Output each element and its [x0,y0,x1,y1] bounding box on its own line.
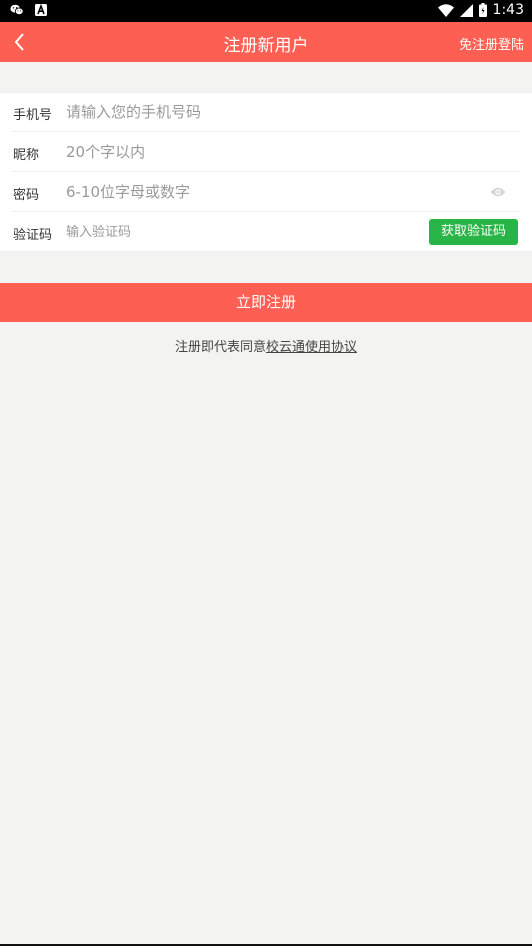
status-bar-left [10,3,48,17]
eye-icon[interactable] [490,186,506,198]
agreement-link[interactable]: 校云通使用协议 [266,340,357,355]
skip-register-login-link[interactable]: 免注册登陆 [459,34,524,53]
nickname-input[interactable] [66,138,406,166]
code-label: 验证码 [13,228,53,243]
code-row: 验证码 获取验证码 [0,213,532,252]
phone-row: 手机号 [0,93,532,132]
divider [12,171,520,172]
divider [12,131,520,132]
nickname-label: 昵称 [13,148,40,163]
password-label: 密码 [13,188,40,203]
wechat-icon [10,4,24,16]
page-title: 注册新用户 [223,36,309,56]
code-input[interactable] [66,218,336,246]
phone-label: 手机号 [13,108,53,123]
signal-icon [459,3,473,17]
password-row: 密码 [0,173,532,212]
status-time: 1:43 [492,2,524,18]
get-code-button[interactable]: 获取验证码 [429,219,518,245]
status-bar-right: 1:43 [437,2,524,18]
password-input[interactable] [66,178,406,206]
battery-icon [478,3,487,17]
nickname-row: 昵称 [0,133,532,172]
agreement-prefix: 注册即代表同意 [174,340,266,355]
app-bar: 注册新用户 免注册登陆 [0,22,532,62]
divider [12,211,520,212]
register-form: 手机号 昵称 密码 验证码 获取验证码 [0,93,532,251]
agreement-text: 注册即代表同意校云通使用协议 [0,336,532,355]
phone-input[interactable] [66,98,406,126]
notification-a-icon [35,3,47,16]
wifi-icon [437,3,454,17]
register-button[interactable]: 立即注册 [0,283,532,322]
status-bar: 1:43 [0,0,532,22]
